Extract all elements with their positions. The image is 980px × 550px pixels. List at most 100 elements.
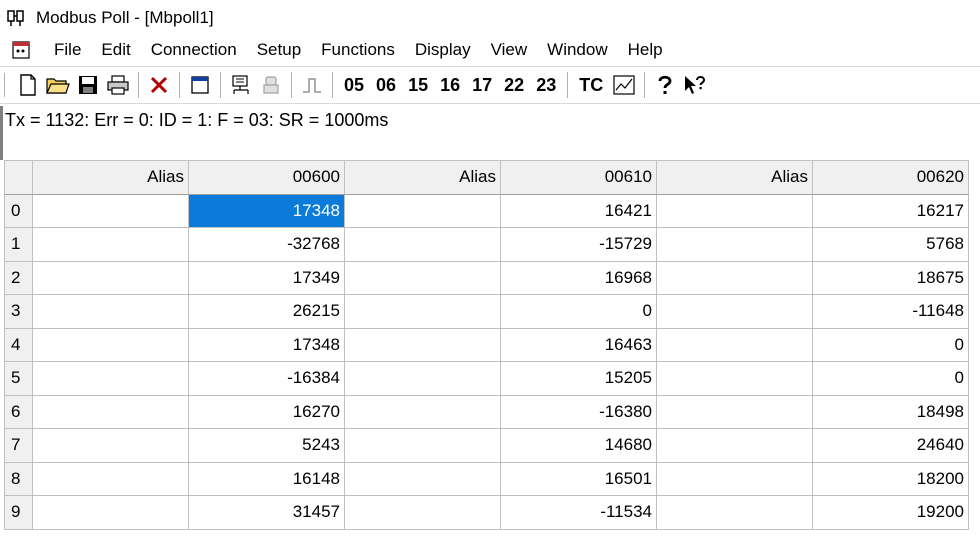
register-value-cell[interactable]: 17348	[188, 327, 345, 362]
alias-cell[interactable]	[32, 227, 189, 262]
register-value-cell[interactable]: 26215	[188, 294, 345, 329]
pulse-icon[interactable]	[298, 71, 326, 99]
chart-view-icon[interactable]	[610, 71, 638, 99]
function-17-button[interactable]: 17	[466, 75, 498, 96]
window-icon[interactable]	[186, 71, 214, 99]
menu-connection[interactable]: Connection	[141, 40, 247, 60]
register-value-cell[interactable]: 16463	[500, 327, 657, 362]
alias-cell[interactable]	[656, 361, 813, 396]
toolbar-grip[interactable]	[4, 73, 9, 97]
register-value-cell[interactable]: -11534	[500, 495, 657, 530]
menu-help[interactable]: Help	[618, 40, 673, 60]
alias-cell[interactable]	[32, 428, 189, 463]
column-header-alias[interactable]: Alias	[32, 160, 189, 195]
alias-cell[interactable]	[656, 294, 813, 329]
alias-cell[interactable]	[32, 260, 189, 295]
alias-cell[interactable]	[344, 327, 501, 362]
register-value-cell[interactable]: 31457	[188, 495, 345, 530]
function-06-button[interactable]: 06	[370, 75, 402, 96]
row-header[interactable]: 1	[4, 227, 33, 262]
register-value-cell[interactable]: 0	[500, 294, 657, 329]
menu-file[interactable]: File	[44, 40, 91, 60]
modbus-app-icon[interactable]	[6, 7, 28, 29]
alias-cell[interactable]	[344, 193, 501, 228]
column-header-alias[interactable]: Alias	[656, 160, 813, 195]
connect-icon[interactable]	[227, 71, 255, 99]
alias-cell[interactable]	[32, 193, 189, 228]
open-folder-icon[interactable]	[44, 71, 72, 99]
help-question-icon[interactable]	[651, 71, 679, 99]
save-disk-icon[interactable]	[74, 71, 102, 99]
row-header[interactable]: 2	[4, 260, 33, 295]
row-header[interactable]: 6	[4, 394, 33, 429]
alias-cell[interactable]	[344, 294, 501, 329]
alias-cell[interactable]	[656, 227, 813, 262]
register-value-cell[interactable]: 16148	[188, 461, 345, 496]
register-value-cell[interactable]: 17348	[188, 193, 345, 228]
alias-cell[interactable]	[656, 260, 813, 295]
column-header-address[interactable]: 00600	[188, 160, 345, 195]
register-value-cell[interactable]: 18498	[812, 394, 969, 429]
row-header[interactable]: 3	[4, 294, 33, 329]
column-header-address[interactable]: 00620	[812, 160, 969, 195]
register-value-cell[interactable]: 24640	[812, 428, 969, 463]
register-value-cell[interactable]: 16270	[188, 394, 345, 429]
register-value-cell[interactable]: 18675	[812, 260, 969, 295]
alias-cell[interactable]	[656, 394, 813, 429]
alias-cell[interactable]	[32, 294, 189, 329]
row-header[interactable]: 4	[4, 327, 33, 362]
alias-cell[interactable]	[344, 495, 501, 530]
disconnect-icon[interactable]	[257, 71, 285, 99]
function-15-button[interactable]: 15	[402, 75, 434, 96]
context-help-icon[interactable]	[681, 71, 709, 99]
alias-cell[interactable]	[656, 193, 813, 228]
alias-cell[interactable]	[344, 461, 501, 496]
register-value-cell[interactable]: -15729	[500, 227, 657, 262]
register-value-cell[interactable]: -32768	[188, 227, 345, 262]
menu-display[interactable]: Display	[405, 40, 481, 60]
function-23-button[interactable]: 23	[530, 75, 562, 96]
register-value-cell[interactable]: 18200	[812, 461, 969, 496]
grid-corner[interactable]	[4, 160, 33, 195]
alias-cell[interactable]	[344, 260, 501, 295]
tc-button[interactable]: TC	[573, 75, 609, 96]
delete-x-icon[interactable]	[145, 71, 173, 99]
register-value-cell[interactable]: -16384	[188, 361, 345, 396]
alias-cell[interactable]	[32, 394, 189, 429]
column-header-address[interactable]: 00610	[500, 160, 657, 195]
menu-functions[interactable]: Functions	[311, 40, 405, 60]
register-value-cell[interactable]: -16380	[500, 394, 657, 429]
function-22-button[interactable]: 22	[498, 75, 530, 96]
register-value-cell[interactable]: 15205	[500, 361, 657, 396]
alias-cell[interactable]	[656, 461, 813, 496]
row-header[interactable]: 0	[4, 193, 33, 228]
register-value-cell[interactable]: 14680	[500, 428, 657, 463]
alias-cell[interactable]	[32, 327, 189, 362]
menu-edit[interactable]: Edit	[91, 40, 140, 60]
alias-cell[interactable]	[656, 495, 813, 530]
row-header[interactable]: 9	[4, 495, 33, 530]
menu-window[interactable]: Window	[537, 40, 617, 60]
menu-setup[interactable]: Setup	[247, 40, 311, 60]
register-value-cell[interactable]: 16421	[500, 193, 657, 228]
alias-cell[interactable]	[344, 361, 501, 396]
function-16-button[interactable]: 16	[434, 75, 466, 96]
register-value-cell[interactable]: 16968	[500, 260, 657, 295]
column-header-alias[interactable]: Alias	[344, 160, 501, 195]
register-value-cell[interactable]: 0	[812, 361, 969, 396]
register-value-cell[interactable]: 19200	[812, 495, 969, 530]
alias-cell[interactable]	[656, 327, 813, 362]
alias-cell[interactable]	[344, 428, 501, 463]
alias-cell[interactable]	[32, 361, 189, 396]
row-header[interactable]: 8	[4, 461, 33, 496]
alias-cell[interactable]	[32, 461, 189, 496]
alias-cell[interactable]	[344, 394, 501, 429]
menu-view[interactable]: View	[481, 40, 538, 60]
register-value-cell[interactable]: 0	[812, 327, 969, 362]
row-header[interactable]: 5	[4, 361, 33, 396]
function-05-button[interactable]: 05	[338, 75, 370, 96]
document-menu-icon[interactable]	[10, 39, 32, 61]
print-icon[interactable]	[104, 71, 132, 99]
register-value-cell[interactable]: 5243	[188, 428, 345, 463]
register-value-cell[interactable]: 17349	[188, 260, 345, 295]
